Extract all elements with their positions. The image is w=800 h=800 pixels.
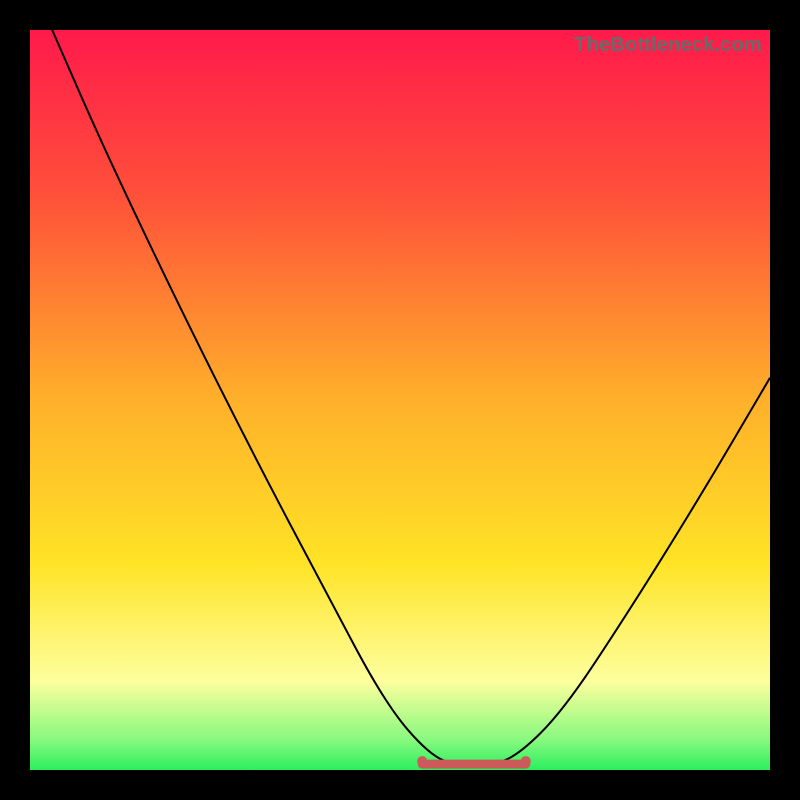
curve-svg: [30, 30, 770, 770]
chart-frame: TheBottleneck.com: [0, 0, 800, 800]
flat-region-dot-left: [417, 756, 427, 766]
flat-region-dot-right: [521, 756, 531, 766]
bottleneck-curve: [52, 30, 770, 766]
plot-gradient-area: TheBottleneck.com: [30, 30, 770, 770]
